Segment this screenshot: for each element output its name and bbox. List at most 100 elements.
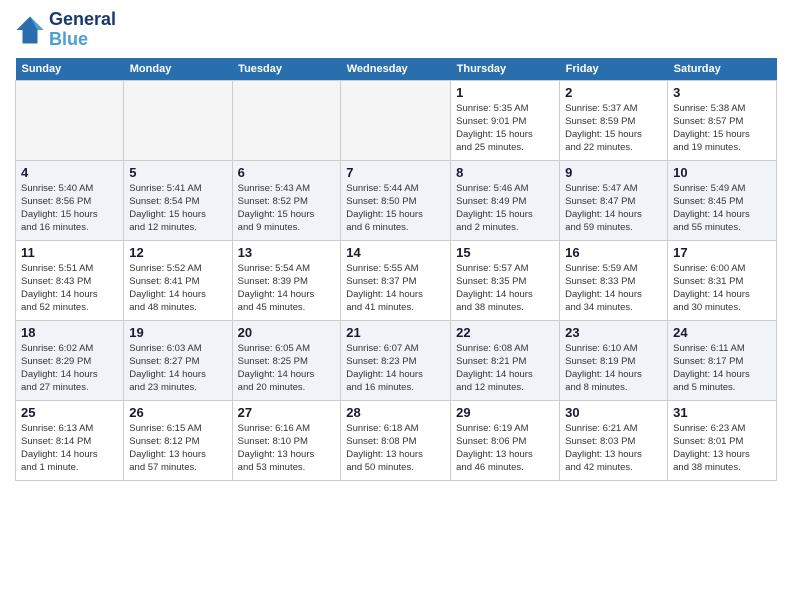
calendar-cell: 13Sunrise: 5:54 AM Sunset: 8:39 PM Dayli… — [232, 240, 341, 320]
day-info: Sunrise: 6:11 AM Sunset: 8:17 PM Dayligh… — [673, 342, 771, 395]
calendar-cell: 3 Sunrise: 5:38 AM Sunset: 8:57 PM Daylig… — [668, 80, 777, 160]
day-number: 20 — [238, 325, 336, 340]
day-number: 27 — [238, 405, 336, 420]
calendar-cell: 19 Sunrise: 6:03 AM Sunset: 8:27 PM Dayli… — [124, 320, 232, 400]
day-info: Sunrise: 5:38 AM Sunset: 8:57 PM Dayligh… — [673, 102, 771, 155]
calendar-cell — [232, 80, 341, 160]
day-number: 31 — [673, 405, 771, 420]
calendar-header-row: SundayMondayTuesdayWednesdayThursdayFrid… — [16, 58, 777, 81]
day-info: Sunrise: 6:23 AM Sunset: 8:01 PM Dayligh… — [673, 422, 771, 475]
calendar-cell: 20 Sunrise: 6:05 AM Sunset: 8:25 PM Dayli… — [232, 320, 341, 400]
day-info: Sunrise: 5:40 AM Sunset: 8:56 PM Dayligh… — [21, 182, 118, 235]
day-info: Sunrise: 5:44 AM Sunset: 8:50 PM Dayligh… — [346, 182, 445, 235]
calendar-cell: 1Sunrise: 5:35 AM Sunset: 9:01 PM Daylig… — [451, 80, 560, 160]
day-number: 13 — [238, 245, 336, 260]
day-info: Sunrise: 5:41 AM Sunset: 8:54 PM Dayligh… — [129, 182, 226, 235]
calendar-cell: 17 Sunrise: 6:00 AM Sunset: 8:31 PM Dayli… — [668, 240, 777, 320]
day-info: Sunrise: 6:13 AM Sunset: 8:14 PM Dayligh… — [21, 422, 118, 475]
calendar-cell: 16Sunrise: 5:59 AM Sunset: 8:33 PM Dayli… — [560, 240, 668, 320]
day-number: 2 — [565, 85, 662, 100]
page-header: General Blue — [15, 10, 777, 50]
day-info: Sunrise: 6:00 AM Sunset: 8:31 PM Dayligh… — [673, 262, 771, 315]
weekday-header-sunday: Sunday — [16, 58, 124, 81]
weekday-header-saturday: Saturday — [668, 58, 777, 81]
calendar-cell: 7 Sunrise: 5:44 AM Sunset: 8:50 PM Daylig… — [341, 160, 451, 240]
weekday-header-wednesday: Wednesday — [341, 58, 451, 81]
day-number: 5 — [129, 165, 226, 180]
day-info: Sunrise: 6:02 AM Sunset: 8:29 PM Dayligh… — [21, 342, 118, 395]
calendar-week-row: 18 Sunrise: 6:02 AM Sunset: 8:29 PM Dayli… — [16, 320, 777, 400]
day-number: 8 — [456, 165, 554, 180]
logo: General Blue — [15, 10, 116, 50]
day-number: 3 — [673, 85, 771, 100]
calendar-cell: 12 Sunrise: 5:52 AM Sunset: 8:41 PM Dayli… — [124, 240, 232, 320]
day-info: Sunrise: 5:47 AM Sunset: 8:47 PM Dayligh… — [565, 182, 662, 235]
day-info: Sunrise: 6:03 AM Sunset: 8:27 PM Dayligh… — [129, 342, 226, 395]
day-number: 11 — [21, 245, 118, 260]
calendar-cell: 28 Sunrise: 6:18 AM Sunset: 8:08 PM Dayli… — [341, 400, 451, 480]
day-number: 29 — [456, 405, 554, 420]
calendar-cell: 4 Sunrise: 5:40 AM Sunset: 8:56 PM Daylig… — [16, 160, 124, 240]
day-number: 4 — [21, 165, 118, 180]
day-number: 15 — [456, 245, 554, 260]
weekday-header-tuesday: Tuesday — [232, 58, 341, 81]
day-info: Sunrise: 6:21 AM Sunset: 8:03 PM Dayligh… — [565, 422, 662, 475]
day-number: 22 — [456, 325, 554, 340]
calendar-cell: 23 Sunrise: 6:10 AM Sunset: 8:19 PM Dayli… — [560, 320, 668, 400]
day-number: 25 — [21, 405, 118, 420]
day-number: 23 — [565, 325, 662, 340]
day-number: 16 — [565, 245, 662, 260]
day-info: Sunrise: 5:35 AM Sunset: 9:01 PM Dayligh… — [456, 102, 554, 155]
page-container: General Blue SundayMondayTuesdayWednesda… — [0, 0, 792, 491]
calendar-week-row: 1Sunrise: 5:35 AM Sunset: 9:01 PM Daylig… — [16, 80, 777, 160]
day-number: 30 — [565, 405, 662, 420]
day-number: 7 — [346, 165, 445, 180]
calendar-cell: 6 Sunrise: 5:43 AM Sunset: 8:52 PM Daylig… — [232, 160, 341, 240]
calendar-week-row: 11Sunrise: 5:51 AM Sunset: 8:43 PM Dayli… — [16, 240, 777, 320]
weekday-header-friday: Friday — [560, 58, 668, 81]
day-info: Sunrise: 5:43 AM Sunset: 8:52 PM Dayligh… — [238, 182, 336, 235]
day-number: 26 — [129, 405, 226, 420]
calendar-week-row: 25 Sunrise: 6:13 AM Sunset: 8:14 PM Dayli… — [16, 400, 777, 480]
day-number: 12 — [129, 245, 226, 260]
day-info: Sunrise: 6:05 AM Sunset: 8:25 PM Dayligh… — [238, 342, 336, 395]
calendar-cell: 5 Sunrise: 5:41 AM Sunset: 8:54 PM Daylig… — [124, 160, 232, 240]
day-number: 28 — [346, 405, 445, 420]
day-number: 14 — [346, 245, 445, 260]
day-number: 10 — [673, 165, 771, 180]
calendar-cell — [341, 80, 451, 160]
calendar-cell: 14 Sunrise: 5:55 AM Sunset: 8:37 PM Dayli… — [341, 240, 451, 320]
day-info: Sunrise: 5:55 AM Sunset: 8:37 PM Dayligh… — [346, 262, 445, 315]
day-info: Sunrise: 5:46 AM Sunset: 8:49 PM Dayligh… — [456, 182, 554, 235]
day-info: Sunrise: 6:18 AM Sunset: 8:08 PM Dayligh… — [346, 422, 445, 475]
day-info: Sunrise: 5:37 AM Sunset: 8:59 PM Dayligh… — [565, 102, 662, 155]
day-info: Sunrise: 6:07 AM Sunset: 8:23 PM Dayligh… — [346, 342, 445, 395]
calendar-cell: 29 Sunrise: 6:19 AM Sunset: 8:06 PM Dayli… — [451, 400, 560, 480]
calendar-cell: 8 Sunrise: 5:46 AM Sunset: 8:49 PM Daylig… — [451, 160, 560, 240]
calendar-cell: 22 Sunrise: 6:08 AM Sunset: 8:21 PM Dayli… — [451, 320, 560, 400]
weekday-header-thursday: Thursday — [451, 58, 560, 81]
day-info: Sunrise: 5:57 AM Sunset: 8:35 PM Dayligh… — [456, 262, 554, 315]
calendar-cell: 27Sunrise: 6:16 AM Sunset: 8:10 PM Dayli… — [232, 400, 341, 480]
calendar-cell: 31 Sunrise: 6:23 AM Sunset: 8:01 PM Dayli… — [668, 400, 777, 480]
day-info: Sunrise: 5:49 AM Sunset: 8:45 PM Dayligh… — [673, 182, 771, 235]
calendar-cell — [16, 80, 124, 160]
logo-icon — [15, 15, 45, 45]
calendar-cell: 25 Sunrise: 6:13 AM Sunset: 8:14 PM Dayli… — [16, 400, 124, 480]
calendar-cell: 30 Sunrise: 6:21 AM Sunset: 8:03 PM Dayli… — [560, 400, 668, 480]
calendar-cell: 11Sunrise: 5:51 AM Sunset: 8:43 PM Dayli… — [16, 240, 124, 320]
calendar-cell: 10 Sunrise: 5:49 AM Sunset: 8:45 PM Dayli… — [668, 160, 777, 240]
calendar-cell — [124, 80, 232, 160]
day-number: 19 — [129, 325, 226, 340]
day-info: Sunrise: 6:19 AM Sunset: 8:06 PM Dayligh… — [456, 422, 554, 475]
day-number: 6 — [238, 165, 336, 180]
day-number: 18 — [21, 325, 118, 340]
day-info: Sunrise: 6:10 AM Sunset: 8:19 PM Dayligh… — [565, 342, 662, 395]
calendar-cell: 18 Sunrise: 6:02 AM Sunset: 8:29 PM Dayli… — [16, 320, 124, 400]
day-info: Sunrise: 6:08 AM Sunset: 8:21 PM Dayligh… — [456, 342, 554, 395]
calendar-cell: 26Sunrise: 6:15 AM Sunset: 8:12 PM Dayli… — [124, 400, 232, 480]
calendar-cell: 15 Sunrise: 5:57 AM Sunset: 8:35 PM Dayli… — [451, 240, 560, 320]
day-info: Sunrise: 5:52 AM Sunset: 8:41 PM Dayligh… — [129, 262, 226, 315]
day-number: 17 — [673, 245, 771, 260]
calendar-cell: 24Sunrise: 6:11 AM Sunset: 8:17 PM Dayli… — [668, 320, 777, 400]
